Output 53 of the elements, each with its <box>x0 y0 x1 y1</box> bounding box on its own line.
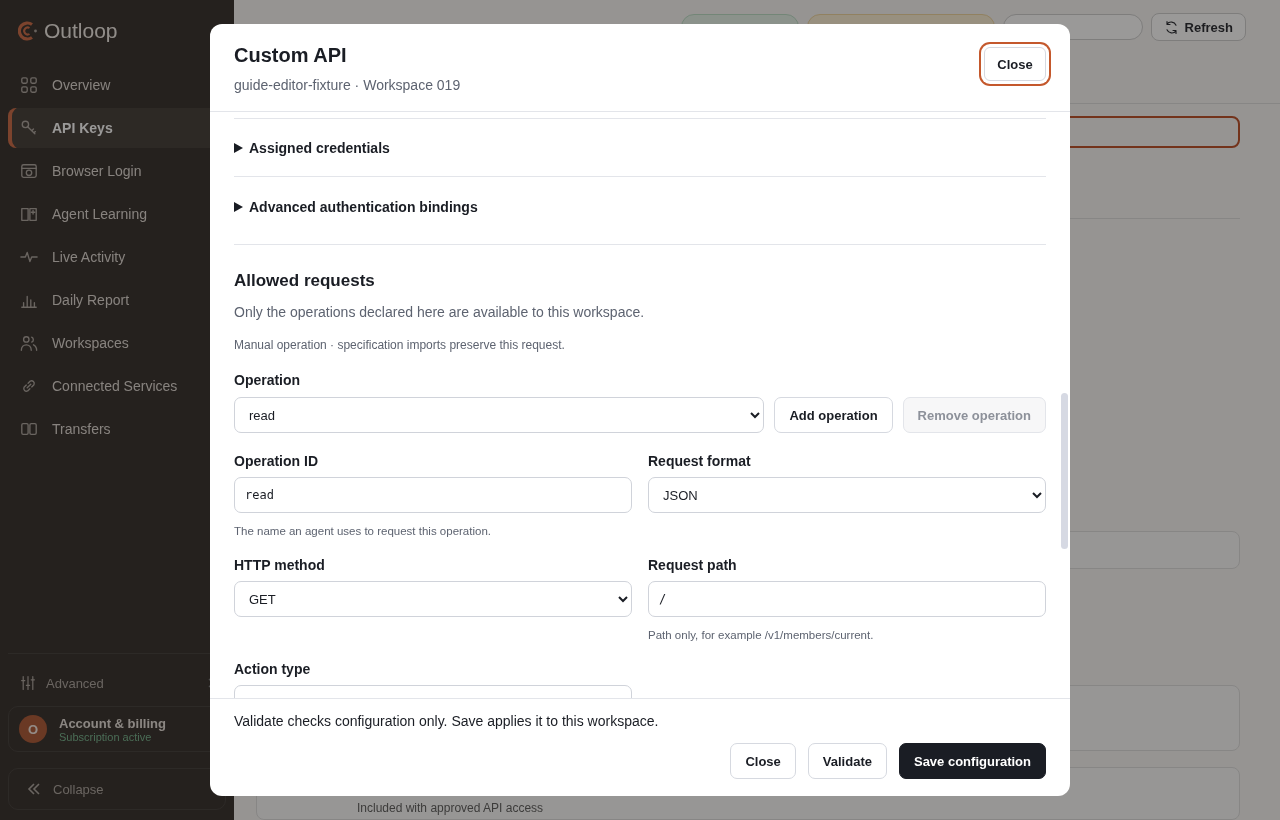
card-text: Included with approved API access <box>357 801 544 815</box>
help-text: Path only, for example /v1/members/current. <box>648 629 875 641</box>
refresh-button[interactable]: Refresh <box>1150 13 1246 41</box>
field-label: Action type <box>234 661 312 677</box>
account-name: Account & billing <box>59 715 166 731</box>
logo-icon <box>18 20 38 42</box>
disclosure-toggle[interactable]: Advanced authentication bindings <box>234 176 1046 244</box>
subscription-status: Subscription active <box>59 730 152 743</box>
nav-item[interactable]: Workspaces <box>8 323 226 363</box>
nav-item[interactable]: Connected Services <box>8 366 226 406</box>
select-field[interactable]: GET <box>234 581 632 617</box>
browser-icon <box>20 162 38 180</box>
brand-name: Outloop <box>44 19 118 43</box>
field-label: Request path <box>648 557 738 573</box>
nav-item[interactable]: Live Activity <box>8 237 226 277</box>
nav-item[interactable]: Overview <box>8 65 226 105</box>
footer-button[interactable]: Validate <box>807 743 887 779</box>
disclosure-toggle[interactable]: Assigned credentials <box>234 118 1046 176</box>
dialog-title: Custom API <box>234 44 348 67</box>
nav-item[interactable]: Browser Login <box>8 151 226 191</box>
avatar: O <box>19 715 47 743</box>
input-field[interactable]: read <box>234 477 632 513</box>
key-icon <box>20 119 38 137</box>
section-description: Only the operations declared here are available to this workspace. <box>234 304 646 320</box>
link-icon <box>20 377 38 395</box>
field-label: Request format <box>648 453 752 469</box>
input-field[interactable]: / <box>648 581 1046 617</box>
field-label: Operation ID <box>234 453 319 469</box>
refresh-icon <box>1163 19 1179 35</box>
triangle-icon <box>234 201 243 212</box>
operation-note: Manual operation · specification imports preserve this request. <box>234 338 566 352</box>
nav-item[interactable]: Agent Learning <box>8 194 226 234</box>
select-field[interactable]: JSON <box>648 477 1046 513</box>
columns-icon <box>20 420 38 438</box>
footer-button[interactable]: Close <box>730 743 796 779</box>
nav-item[interactable]: Daily Report <box>8 280 226 320</box>
dialog-subtitle: guide-editor-fixture · Workspace 019 <box>234 77 461 93</box>
field-label: HTTP method <box>234 557 326 573</box>
nav-item[interactable]: Transfers <box>8 409 226 449</box>
triangle-icon <box>234 142 243 153</box>
help-text: The name an agent uses to request this operation. <box>234 525 492 537</box>
save-button[interactable]: Save configuration <box>898 743 1046 779</box>
sliders-icon <box>20 675 36 691</box>
double-chevron-left-icon <box>27 783 41 795</box>
select-field[interactable]: read <box>234 397 765 433</box>
field-label: Operation <box>234 372 302 388</box>
grid-icon <box>20 76 38 94</box>
section-heading: Allowed requests <box>234 271 376 291</box>
book-icon <box>20 205 38 223</box>
footer-note: Validate checks configuration only. Save applies it to this workspace. <box>234 713 660 729</box>
add-button[interactable]: Add operation <box>774 397 893 433</box>
users-icon <box>20 334 38 352</box>
scrollbar-thumb[interactable] <box>1061 393 1068 549</box>
